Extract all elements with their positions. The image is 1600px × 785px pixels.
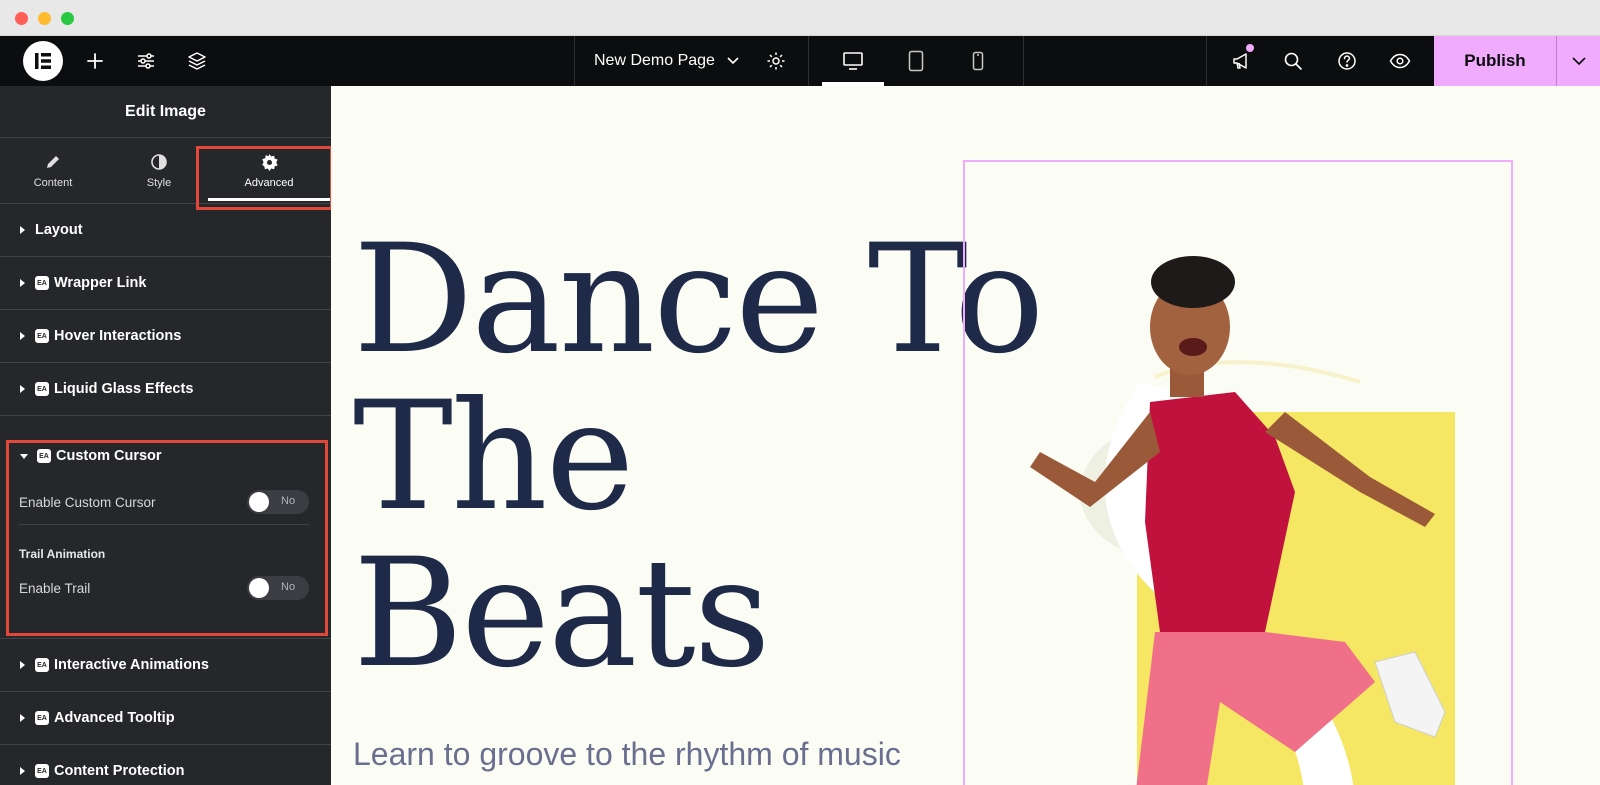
- tab-style[interactable]: Style: [106, 138, 212, 204]
- caret-right-icon: [20, 385, 25, 393]
- section-label: Liquid Glass Effects: [54, 381, 194, 397]
- tab-style-label: Style: [146, 177, 172, 189]
- ea-badge-icon: EA: [35, 764, 49, 778]
- page-name: New Demo Page: [594, 52, 715, 69]
- section-label: Custom Cursor: [56, 448, 162, 464]
- section-hover-interactions[interactable]: EA Hover Interactions: [0, 310, 331, 363]
- help-icon[interactable]: [1332, 36, 1362, 86]
- enable-trail-toggle[interactable]: No: [247, 576, 309, 600]
- caret-right-icon: [20, 767, 25, 775]
- section-interactive-animations[interactable]: EA Interactive Animations: [0, 639, 331, 692]
- toggle-knob: [249, 492, 269, 512]
- tab-advanced[interactable]: Advanced: [208, 138, 330, 204]
- enable-trail-label: Enable Trail: [19, 581, 91, 596]
- toggle-state: No: [281, 581, 296, 593]
- tab-advanced-label: Advanced: [244, 177, 294, 189]
- section-label: Hover Interactions: [54, 328, 182, 344]
- mobile-icon[interactable]: [947, 36, 1009, 86]
- publish-button[interactable]: Publish: [1434, 36, 1556, 86]
- headline-line: Beats: [353, 527, 771, 701]
- toggle-knob: [249, 578, 269, 598]
- notification-dot: [1246, 44, 1254, 52]
- elementor-logo-icon[interactable]: [23, 41, 63, 81]
- caret-right-icon: [20, 661, 25, 669]
- section-layout[interactable]: Layout: [0, 204, 331, 257]
- section-liquid-glass-effects[interactable]: EA Liquid Glass Effects: [0, 363, 331, 416]
- panel-title: Edit Image: [0, 86, 331, 138]
- toolbar-divider: [1206, 36, 1207, 86]
- ea-badge-icon: EA: [35, 711, 49, 725]
- panel-tabs: Content Style Advanced: [0, 138, 331, 204]
- toggle-state: No: [281, 495, 296, 507]
- page-canvas: Dance To The Beats Learn to groove to th…: [331, 86, 1600, 785]
- headline-line: The: [353, 370, 634, 544]
- gear-icon[interactable]: [761, 36, 791, 86]
- eye-icon[interactable]: [1385, 36, 1415, 86]
- active-tab-indicator: [208, 198, 330, 201]
- gear-icon: [260, 153, 278, 171]
- publish-options-button[interactable]: [1556, 36, 1600, 86]
- headline-line: Dance To: [353, 213, 1044, 387]
- sliders-icon[interactable]: [131, 36, 161, 86]
- chevron-down-icon: [1571, 56, 1586, 66]
- chevron-down-icon: [727, 57, 739, 65]
- hero-headline[interactable]: Dance To The Beats: [353, 213, 1044, 701]
- tablet-icon[interactable]: [885, 36, 947, 86]
- section-label: Advanced Tooltip: [54, 710, 175, 726]
- caret-right-icon: [20, 714, 25, 722]
- minimize-window-button[interactable]: [38, 12, 51, 25]
- ea-badge-icon: EA: [35, 329, 49, 343]
- pencil-icon: [44, 153, 62, 171]
- caret-right-icon: [20, 332, 25, 340]
- section-custom-cursor: EA Custom Cursor Enable Custom Cursor No…: [0, 432, 331, 639]
- section-wrapper-link[interactable]: EA Wrapper Link: [0, 257, 331, 310]
- ea-badge-icon: EA: [35, 658, 49, 672]
- editor-toolbar: New Demo Page Publish: [0, 36, 1600, 86]
- caret-right-icon: [20, 226, 25, 234]
- section-advanced-tooltip[interactable]: EA Advanced Tooltip: [0, 692, 331, 745]
- caret-right-icon: [20, 279, 25, 287]
- contrast-icon: [150, 153, 168, 171]
- close-window-button[interactable]: [15, 12, 28, 25]
- caret-down-icon: [20, 453, 28, 459]
- tab-content-label: Content: [33, 177, 73, 189]
- publish-label: Publish: [1464, 51, 1526, 70]
- section-content-protection[interactable]: EA Content Protection: [0, 745, 331, 785]
- enable-custom-cursor-label: Enable Custom Cursor: [19, 495, 156, 510]
- image-widget[interactable]: [963, 160, 1513, 785]
- ea-badge-icon: EA: [35, 276, 49, 290]
- section-label: Interactive Animations: [54, 657, 209, 673]
- enable-custom-cursor-toggle[interactable]: No: [247, 490, 309, 514]
- section-label: Layout: [35, 222, 83, 238]
- tab-content[interactable]: Content: [0, 138, 106, 204]
- maximize-window-button[interactable]: [61, 12, 74, 25]
- add-icon[interactable]: [80, 36, 110, 86]
- layers-icon[interactable]: [182, 36, 212, 86]
- section-label: Wrapper Link: [54, 275, 147, 291]
- section-custom-cursor-header[interactable]: EA Custom Cursor: [20, 448, 162, 464]
- trail-animation-heading: Trail Animation: [19, 547, 106, 561]
- hero-subtitle[interactable]: Learn to groove to the rhythm of music: [353, 736, 901, 773]
- toolbar-divider: [1023, 36, 1024, 86]
- toolbar-divider: [574, 36, 575, 86]
- page-name-dropdown[interactable]: New Demo Page: [594, 36, 739, 86]
- control-separator: [19, 524, 309, 525]
- desktop-icon[interactable]: [822, 36, 884, 86]
- ea-badge-icon: EA: [37, 449, 51, 463]
- search-icon[interactable]: [1278, 36, 1308, 86]
- window-titlebar: [0, 0, 1600, 36]
- dancer-image: [1030, 256, 1455, 785]
- toolbar-divider: [808, 36, 809, 86]
- editor-panel: Edit Image Content Style Advanced Layout…: [0, 86, 331, 785]
- section-label: Content Protection: [54, 763, 185, 779]
- ea-badge-icon: EA: [35, 382, 49, 396]
